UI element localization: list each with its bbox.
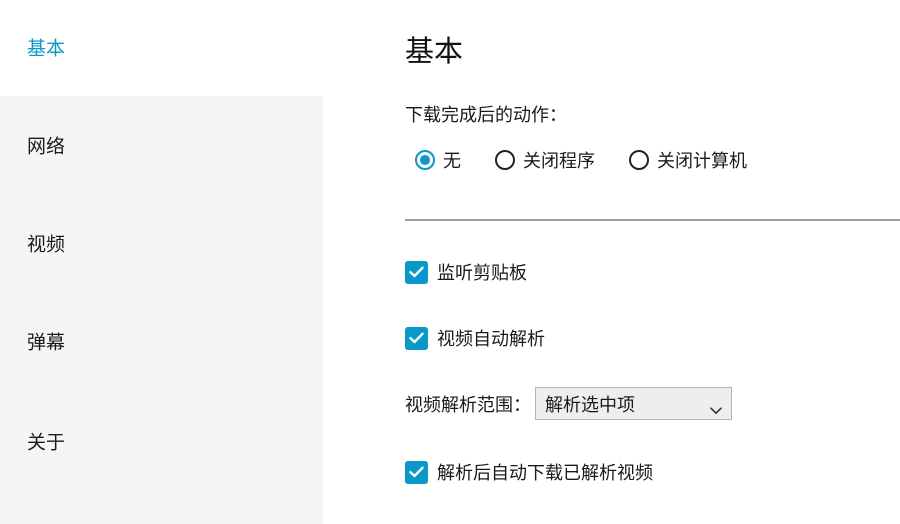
radio-close-app[interactable]: 关闭程序 <box>495 147 595 173</box>
page-title: 基本 <box>405 34 464 68</box>
parse-range-label: 视频解析范围： <box>405 394 531 416</box>
checkbox-label: 视频自动解析 <box>437 329 545 350</box>
radio-shutdown[interactable]: 关闭计算机 <box>629 147 747 173</box>
settings-window: 基本 网络 视频 弹幕 关于 基本 下载完成后的动作： 无 关闭程序 关闭计算机… <box>0 0 900 524</box>
radio-checked-icon <box>415 150 435 170</box>
checkbox-label: 解析后自动下载已解析视频 <box>437 463 653 484</box>
sidebar-item-basic[interactable]: 基本 <box>0 0 323 96</box>
chevron-down-icon <box>710 399 722 420</box>
after-download-radio-group: 无 关闭程序 关闭计算机 <box>415 146 747 174</box>
radio-label: 无 <box>443 151 461 172</box>
radio-label: 关闭计算机 <box>657 151 747 172</box>
sidebar-item-danmaku[interactable]: 弹幕 <box>0 292 323 390</box>
radio-unchecked-icon <box>495 150 515 170</box>
settings-panel: 基本 下载完成后的动作： 无 关闭程序 关闭计算机 监听剪贴板 视频自动解析 视… <box>405 0 900 524</box>
sidebar: 基本 网络 视频 弹幕 关于 <box>0 0 323 524</box>
sidebar-item-label: 基本 <box>27 37 66 60</box>
check-icon <box>405 460 428 484</box>
sidebar-item-network[interactable]: 网络 <box>0 96 323 194</box>
radio-none[interactable]: 无 <box>415 147 461 173</box>
sidebar-item-label: 关于 <box>27 431 66 454</box>
section-divider <box>405 219 900 221</box>
checkbox-label: 监听剪贴板 <box>437 263 527 284</box>
sidebar-item-label: 弹幕 <box>27 331 66 354</box>
sidebar-item-about[interactable]: 关于 <box>0 390 323 524</box>
auto-download-checkbox[interactable]: 解析后自动下载已解析视频 <box>405 459 653 485</box>
sidebar-item-label: 视频 <box>27 233 66 256</box>
parse-range-select[interactable]: 解析选中项 <box>535 387 732 420</box>
auto-parse-checkbox[interactable]: 视频自动解析 <box>405 325 545 351</box>
radio-unchecked-icon <box>629 150 649 170</box>
parse-range-row: 视频解析范围： 解析选中项 <box>405 387 732 420</box>
check-icon <box>405 326 428 350</box>
sidebar-item-video[interactable]: 视频 <box>0 194 323 292</box>
after-download-label: 下载完成后的动作： <box>405 105 567 126</box>
clipboard-monitor-checkbox[interactable]: 监听剪贴板 <box>405 259 527 285</box>
parse-range-value: 解析选中项 <box>545 394 635 416</box>
sidebar-item-label: 网络 <box>27 135 66 158</box>
radio-label: 关闭程序 <box>523 151 595 172</box>
check-icon <box>405 260 428 284</box>
